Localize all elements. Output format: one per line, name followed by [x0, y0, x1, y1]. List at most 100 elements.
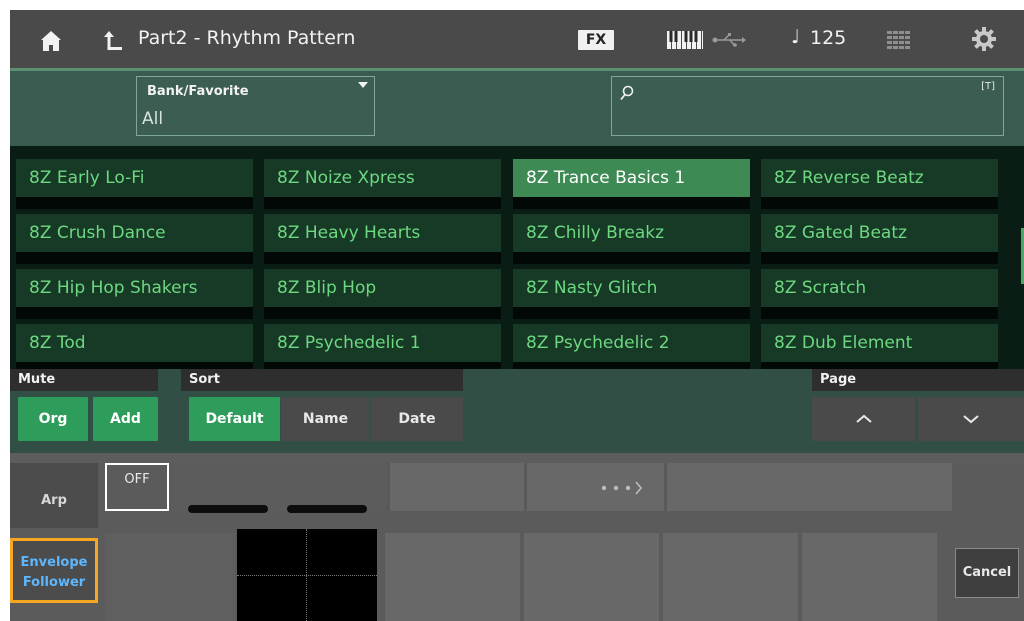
up-arrow-icon[interactable] [102, 29, 124, 53]
pattern-cell[interactable]: 8Z Scratch [761, 269, 998, 319]
grid-icon[interactable] [887, 31, 911, 49]
pattern-grid: 8Z Early Lo-Fi 8Z Noize Xpress 8Z Trance B… [10, 146, 1024, 374]
page-header: Page [812, 369, 1024, 391]
pattern-info-bar [761, 307, 998, 319]
pattern-cell[interactable]: 8Z Tod [16, 324, 253, 374]
chevron-up-icon [855, 414, 872, 423]
envelope-slot [524, 533, 659, 621]
pattern-info-bar [16, 197, 253, 209]
pattern-cell[interactable]: 8Z Dub Element [761, 324, 998, 374]
arp-slot [175, 463, 387, 511]
arp-slot [390, 463, 524, 511]
envelope-graph [237, 529, 377, 621]
tempo-value[interactable]: 125 [810, 27, 846, 49]
envelope-slot [802, 533, 937, 621]
search-icon [620, 85, 634, 101]
pattern-cell[interactable]: 8Z Reverse Beatz [761, 159, 998, 209]
arp-off-button[interactable]: OFF [105, 463, 169, 511]
pattern-info-bar [761, 197, 998, 209]
pattern-label: 8Z Crush Dance [29, 223, 166, 243]
envelope-follower-label-line2: Follower [22, 575, 86, 590]
gear-icon[interactable] [972, 27, 996, 51]
envelope-follower-tab[interactable]: Envelope Follower [10, 538, 98, 603]
dropdown-arrow-icon [358, 82, 368, 88]
pattern-info-bar [761, 252, 998, 264]
pattern-label: 8Z Noize Xpress [277, 168, 415, 188]
arp-tab[interactable]: Arp [10, 463, 98, 528]
pattern-label: 8Z Hip Hop Shakers [29, 278, 198, 298]
pattern-info-bar [264, 197, 501, 209]
page-up-button[interactable] [812, 397, 915, 441]
envelope-slot [105, 533, 235, 621]
more-arrow-icon[interactable] [600, 481, 660, 495]
pattern-label: 8Z Heavy Hearts [277, 223, 421, 243]
chevron-down-icon [963, 415, 979, 424]
cancel-button[interactable]: Cancel [955, 548, 1019, 598]
graph-gridline [237, 575, 377, 576]
page-down-button[interactable] [918, 397, 1024, 441]
search-input[interactable] [642, 83, 962, 103]
page-title: Part2 - Rhythm Pattern [138, 27, 356, 49]
arp-slot-indicator [287, 505, 367, 513]
screen: Part2 - Rhythm Pattern FX ♩ 125 Bank/Fav… [10, 10, 1024, 621]
pattern-cell[interactable]: 8Z Heavy Hearts [264, 214, 501, 264]
pattern-label: 8Z Trance Basics 1 [526, 168, 686, 188]
note-icon: ♩ [791, 26, 800, 48]
arp-slot-indicator [188, 505, 268, 513]
fx-badge: FX [578, 30, 614, 50]
pattern-info-bar [16, 307, 253, 319]
pattern-info-bar [513, 252, 750, 264]
sort-name-button[interactable]: Name [281, 397, 370, 441]
pattern-cell[interactable]: 8Z Blip Hop [264, 269, 501, 319]
mute-org-button[interactable]: Org [18, 397, 88, 441]
pattern-info-bar [513, 307, 750, 319]
pattern-info-bar [513, 197, 750, 209]
home-icon[interactable] [40, 30, 62, 52]
pattern-info-bar [264, 307, 501, 319]
pattern-info-bar [16, 252, 253, 264]
pattern-cell[interactable]: 8Z Trance Basics 1 [513, 159, 750, 209]
bank-favorite-label: Bank/Favorite [147, 84, 249, 99]
text-input-icon: [T] [981, 81, 995, 92]
pattern-label: 8Z Nasty Glitch [526, 278, 658, 298]
pattern-label: 8Z Tod [29, 333, 86, 353]
pattern-cell[interactable]: 8Z Psychedelic 2 [513, 324, 750, 374]
pattern-label: 8Z Gated Beatz [774, 223, 907, 243]
keyboard-icon [667, 31, 703, 49]
sort-default-button[interactable]: Default [189, 397, 280, 441]
header-bar: Part2 - Rhythm Pattern FX ♩ 125 [10, 10, 1024, 71]
pattern-cell[interactable]: 8Z Nasty Glitch [513, 269, 750, 319]
envelope-follower-label-line1: Envelope [20, 555, 88, 570]
pattern-cell[interactable]: 8Z Crush Dance [16, 214, 253, 264]
section-divider [10, 453, 1024, 463]
usb-icon [712, 33, 746, 47]
pattern-label: 8Z Reverse Beatz [774, 168, 924, 188]
mute-header: Mute [10, 369, 158, 391]
pattern-cell[interactable]: 8Z Noize Xpress [264, 159, 501, 209]
pattern-cell[interactable]: 8Z Hip Hop Shakers [16, 269, 253, 319]
sort-date-button[interactable]: Date [371, 397, 463, 441]
arp-slot [667, 463, 952, 511]
pattern-cell[interactable]: 8Z Gated Beatz [761, 214, 998, 264]
pattern-label: 8Z Scratch [774, 278, 867, 298]
pattern-label: 8Z Dub Element [774, 333, 913, 353]
pattern-info-bar [264, 252, 501, 264]
envelope-slot [385, 533, 520, 621]
search-field[interactable]: [T] [611, 76, 1004, 136]
sort-header: Sort [181, 369, 463, 391]
pattern-label: 8Z Psychedelic 1 [277, 333, 421, 353]
pattern-cell[interactable]: 8Z Psychedelic 1 [264, 324, 501, 374]
mute-add-button[interactable]: Add [93, 397, 158, 441]
pattern-cell[interactable]: 8Z Early Lo-Fi [16, 159, 253, 209]
envelope-slot [663, 533, 798, 621]
pattern-label: 8Z Blip Hop [277, 278, 377, 298]
pattern-cell[interactable]: 8Z Chilly Breakz [513, 214, 750, 264]
bottom-panel: Arp Envelope Follower OFF Cancel [10, 463, 1024, 621]
arp-slot-row [175, 463, 952, 513]
bank-favorite-select[interactable]: Bank/Favorite All [136, 76, 375, 136]
pattern-label: 8Z Psychedelic 2 [526, 333, 670, 353]
pattern-label: 8Z Chilly Breakz [526, 223, 665, 243]
filter-row: Bank/Favorite All [T] [10, 71, 1024, 146]
pattern-label: 8Z Early Lo-Fi [29, 168, 145, 188]
bank-favorite-value: All [142, 109, 164, 129]
